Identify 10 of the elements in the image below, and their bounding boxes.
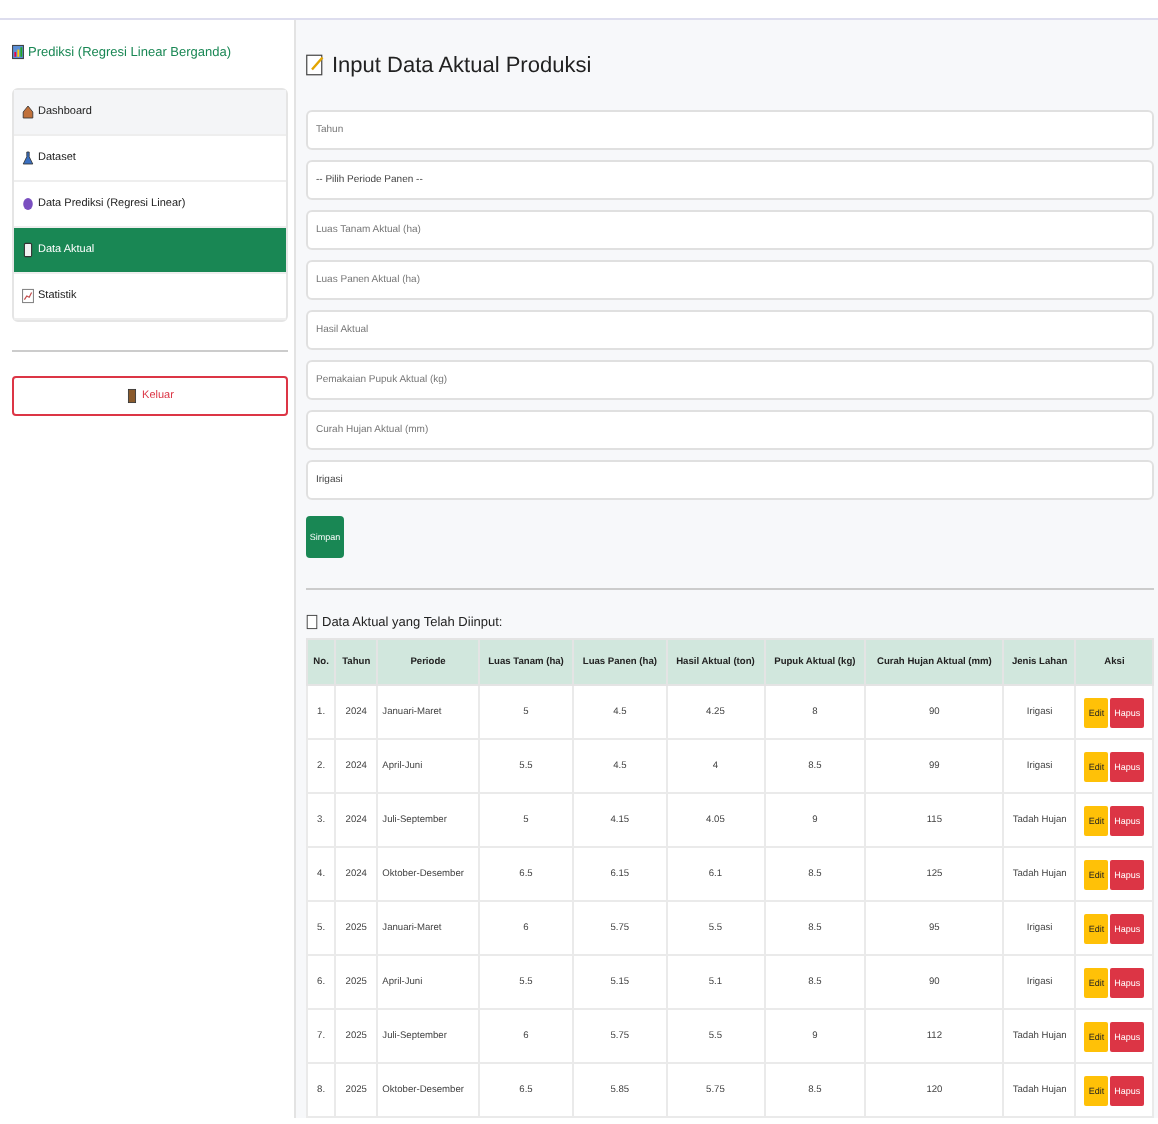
phone-icon: [22, 242, 34, 258]
chart-icon: [12, 44, 24, 60]
door-icon: [126, 388, 139, 404]
flask-icon: [22, 150, 34, 166]
page-title: Input Data Aktual Produksi: [332, 53, 592, 77]
chart-icon: [22, 288, 34, 304]
memo-icon: [306, 54, 324, 76]
document-icon: [306, 614, 318, 630]
house-icon: [22, 104, 34, 120]
orb-icon: [22, 196, 34, 212]
